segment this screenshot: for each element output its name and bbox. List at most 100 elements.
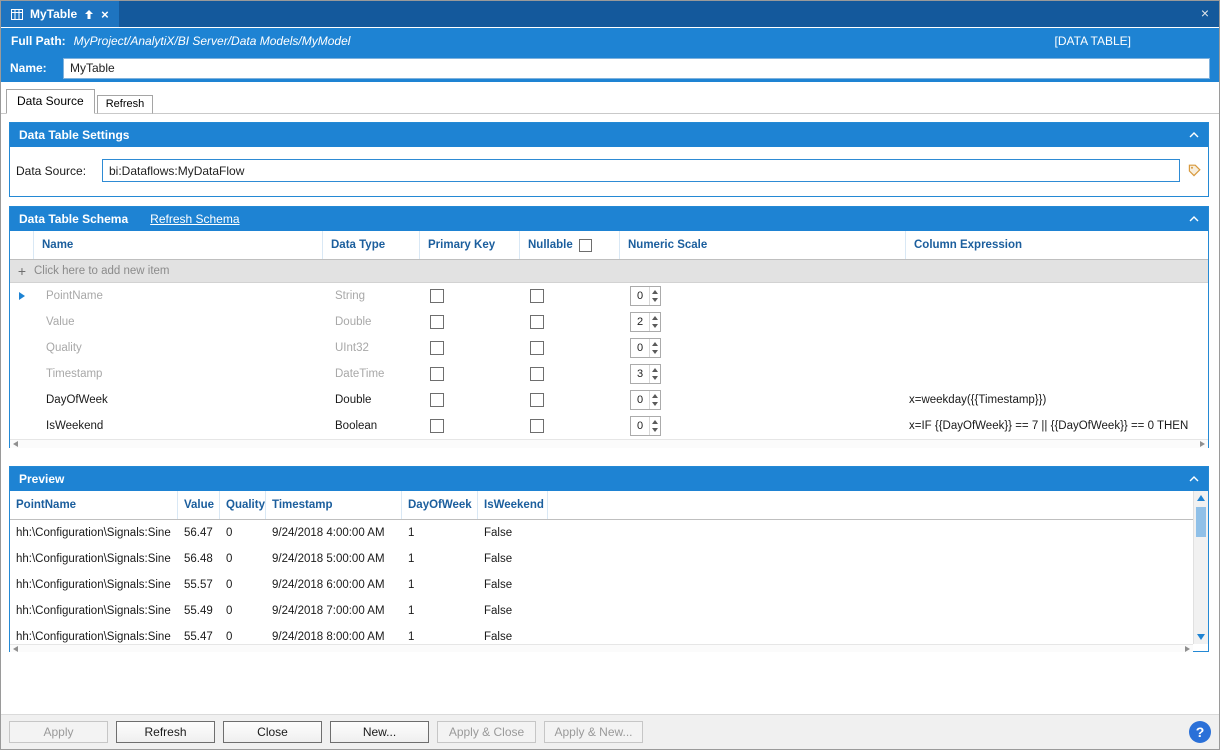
scroll-left-icon[interactable] (13, 646, 18, 652)
data-source-input[interactable] (102, 159, 1180, 182)
spinner-up-icon[interactable] (652, 290, 658, 294)
tab-refresh[interactable]: Refresh (97, 95, 154, 114)
preview-cell: hh:\Configuration\Signals:Sine (10, 527, 178, 539)
spinner-up-icon[interactable] (652, 368, 658, 372)
nullable-checkbox[interactable] (530, 289, 544, 303)
nullable-checkbox[interactable] (530, 315, 544, 329)
primary-key-checkbox[interactable] (430, 367, 444, 381)
preview-row[interactable]: hh:\Configuration\Signals:Sine56.4709/24… (10, 520, 1208, 546)
preview-vertical-scrollbar[interactable] (1193, 491, 1208, 644)
preview-cell: 9/24/2018 7:00:00 AM (266, 605, 402, 617)
preview-cell: False (478, 553, 548, 565)
settings-section-header[interactable]: Data Table Settings (10, 123, 1208, 147)
spinner-down-icon[interactable] (652, 324, 658, 328)
preview-header-pointname: PointName (10, 491, 178, 519)
spinner-down-icon[interactable] (652, 376, 658, 380)
spinner-down-icon[interactable] (652, 298, 658, 302)
schema-numeric-scale-cell: 0 (620, 286, 906, 306)
preview-cell: 9/24/2018 5:00:00 AM (266, 553, 402, 565)
nullable-checkbox[interactable] (530, 419, 544, 433)
numeric-scale-spinner[interactable]: 0 (630, 286, 661, 306)
spinner-down-icon[interactable] (652, 402, 658, 406)
schema-row[interactable]: ValueDouble2 (10, 309, 1208, 335)
nullable-checkbox[interactable] (530, 367, 544, 381)
schema-row[interactable]: IsWeekendBoolean0x=IF {{DayOfWeek}} == 7… (10, 413, 1208, 439)
spinner-down-icon[interactable] (652, 428, 658, 432)
settings-collapse-icon[interactable] (1189, 132, 1199, 138)
schema-row[interactable]: QualityUInt320 (10, 335, 1208, 361)
preview-row[interactable]: hh:\Configuration\Signals:Sine55.4909/24… (10, 598, 1208, 624)
help-button[interactable]: ? (1189, 721, 1211, 743)
footer-button-new[interactable]: New... (330, 721, 429, 743)
pane-close-icon[interactable]: × (1201, 6, 1209, 20)
refresh-schema-link[interactable]: Refresh Schema (150, 212, 239, 226)
preview-cell: 0 (220, 579, 266, 591)
primary-key-checkbox[interactable] (430, 341, 444, 355)
preview-horizontal-scrollbar[interactable] (10, 644, 1193, 652)
schema-section: Data Table Schema Refresh Schema Name Da… (9, 206, 1209, 448)
undock-up-icon[interactable] (84, 9, 94, 20)
scroll-left-icon[interactable] (13, 441, 18, 447)
tag-browse-icon[interactable] (1188, 164, 1201, 177)
primary-key-checkbox[interactable] (430, 289, 444, 303)
primary-key-checkbox[interactable] (430, 393, 444, 407)
preview-row[interactable]: hh:\Configuration\Signals:Sine56.4809/24… (10, 546, 1208, 572)
schema-horizontal-scrollbar[interactable] (10, 439, 1208, 448)
footer-button-apply[interactable]: Apply (9, 721, 108, 743)
document-tab-mytable[interactable]: MyTable × (1, 1, 119, 27)
vertical-scrollbar-thumb[interactable] (1196, 507, 1206, 537)
scroll-up-icon[interactable] (1197, 495, 1205, 501)
preview-row[interactable]: hh:\Configuration\Signals:Sine55.5709/24… (10, 572, 1208, 598)
footer-button-refresh[interactable]: Refresh (116, 721, 215, 743)
spinner-value: 0 (631, 339, 649, 357)
spinner-buttons (649, 287, 660, 305)
preview-grid-header: PointName Value Quality Timestamp DayOfW… (10, 491, 1208, 520)
spinner-up-icon[interactable] (652, 394, 658, 398)
numeric-scale-spinner[interactable]: 0 (630, 416, 661, 436)
footer-buttons: Apply Refresh Close New... Apply & Close Appl… (9, 721, 643, 743)
schema-header-nullable: Nullable (520, 231, 620, 259)
spinner-value: 2 (631, 313, 649, 331)
settings-section: Data Table Settings Data Source: (9, 122, 1209, 197)
name-input[interactable] (63, 58, 1210, 79)
spinner-up-icon[interactable] (652, 342, 658, 346)
schema-row[interactable]: DayOfWeekDouble0x=weekday({{Timestamp}}) (10, 387, 1208, 413)
scroll-right-icon[interactable] (1185, 646, 1190, 652)
schema-row[interactable]: PointNameString0 (10, 283, 1208, 309)
spinner-up-icon[interactable] (652, 316, 658, 320)
document-tab-title: MyTable (30, 7, 77, 21)
schema-section-header[interactable]: Data Table Schema Refresh Schema (10, 207, 1208, 231)
spinner-down-icon[interactable] (652, 350, 658, 354)
primary-key-checkbox[interactable] (430, 419, 444, 433)
schema-row[interactable]: TimestampDateTime3 (10, 361, 1208, 387)
schema-data-type-cell: Double (323, 394, 420, 406)
spinner-up-icon[interactable] (652, 420, 658, 424)
nullable-all-checkbox[interactable] (579, 239, 592, 252)
preview-row[interactable]: hh:\Configuration\Signals:Sine55.4709/24… (10, 624, 1208, 644)
preview-cell: hh:\Configuration\Signals:Sine (10, 605, 178, 617)
numeric-scale-spinner[interactable]: 3 (630, 364, 661, 384)
nullable-checkbox[interactable] (530, 393, 544, 407)
preview-collapse-icon[interactable] (1189, 476, 1199, 482)
footer-button-close[interactable]: Close (223, 721, 322, 743)
scroll-right-icon[interactable] (1200, 441, 1205, 447)
selected-row-icon (19, 292, 25, 300)
spinner-buttons (649, 365, 660, 383)
primary-key-checkbox[interactable] (430, 315, 444, 329)
tab-data-source[interactable]: Data Source (6, 89, 95, 114)
footer-button-apply-new[interactable]: Apply & New... (544, 721, 643, 743)
schema-numeric-scale-cell: 2 (620, 312, 906, 332)
preview-section-header[interactable]: Preview (10, 467, 1208, 491)
nullable-checkbox[interactable] (530, 341, 544, 355)
scroll-down-icon[interactable] (1197, 634, 1205, 640)
numeric-scale-spinner[interactable]: 0 (630, 338, 661, 358)
numeric-scale-spinner[interactable]: 0 (630, 390, 661, 410)
preview-cell: 9/24/2018 4:00:00 AM (266, 527, 402, 539)
numeric-scale-spinner[interactable]: 2 (630, 312, 661, 332)
schema-collapse-icon[interactable] (1189, 216, 1199, 222)
footer-button-apply-close[interactable]: Apply & Close (437, 721, 536, 743)
schema-numeric-scale-cell: 0 (620, 390, 906, 410)
add-new-item-row[interactable]: + Click here to add new item (10, 260, 1208, 283)
tab-close-icon[interactable]: × (101, 8, 109, 21)
schema-section-title: Data Table Schema (19, 212, 128, 226)
